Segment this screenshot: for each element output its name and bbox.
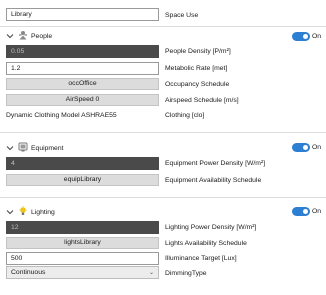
clothing-model-value: Dynamic Clothing Model ASHRAE55 bbox=[6, 112, 117, 119]
people-section-title: People bbox=[31, 33, 53, 40]
equipment-availability-label: Equipment Availability Schedule bbox=[165, 177, 262, 184]
illuminance-target-label: Illuminance Target [Lux] bbox=[165, 255, 237, 262]
metabolic-rate-label: Metabolic Rate [met] bbox=[165, 65, 228, 72]
equipment-availability-button[interactable]: equipLibrary bbox=[6, 174, 159, 186]
chevron-down-icon[interactable] bbox=[6, 208, 14, 216]
dimming-type-value: Continuous bbox=[11, 269, 46, 276]
metabolic-rate-input[interactable]: 1.2 bbox=[6, 62, 159, 75]
people-toggle-label: On bbox=[312, 33, 322, 40]
lighting-power-density-input[interactable]: 12 bbox=[6, 221, 159, 234]
toggle-knob bbox=[303, 209, 308, 214]
airspeed-schedule-button[interactable]: AirSpeed 0 bbox=[6, 94, 159, 106]
people-density-label: People Density [P/m²] bbox=[165, 48, 231, 55]
people-density-input[interactable]: 0.05 bbox=[6, 45, 159, 58]
lights-availability-button[interactable]: lightsLibrary bbox=[6, 237, 159, 249]
divider bbox=[0, 132, 326, 133]
equipment-section-title: Equipment bbox=[31, 145, 64, 152]
divider bbox=[0, 26, 326, 27]
dimming-type-label: DimmingType bbox=[165, 270, 207, 277]
equipment-toggle[interactable] bbox=[292, 143, 310, 152]
divider bbox=[0, 197, 326, 198]
equipment-toggle-label: On bbox=[312, 144, 322, 151]
chevron-down-icon[interactable] bbox=[6, 144, 14, 152]
people-icon bbox=[19, 31, 27, 40]
airspeed-schedule-label: Airspeed Schedule [m/s] bbox=[165, 97, 239, 104]
space-use-input[interactable]: Library bbox=[6, 8, 159, 21]
illuminance-target-input[interactable]: 500 bbox=[6, 252, 159, 265]
toggle-knob bbox=[303, 34, 308, 39]
occupancy-schedule-button[interactable]: occOffice bbox=[6, 78, 159, 90]
clothing-label: Clothing [clo] bbox=[165, 112, 205, 119]
occupancy-schedule-label: Occupancy Schedule bbox=[165, 81, 230, 88]
dimming-type-select[interactable]: Continuous ⌄ bbox=[6, 266, 159, 279]
lights-availability-label: Lights Availability Schedule bbox=[165, 240, 247, 247]
equipment-power-density-input[interactable]: 4 bbox=[6, 157, 159, 170]
people-toggle[interactable] bbox=[292, 32, 310, 41]
lighting-toggle[interactable] bbox=[292, 207, 310, 216]
equipment-power-density-label: Equipment Power Density [W/m²] bbox=[165, 160, 266, 167]
lightbulb-icon bbox=[19, 206, 27, 215]
chevron-down-icon[interactable] bbox=[6, 32, 14, 40]
toggle-knob bbox=[303, 145, 308, 150]
space-use-label: Space Use bbox=[165, 12, 199, 19]
lighting-section-title: Lighting bbox=[31, 209, 55, 216]
chevron-down-icon: ⌄ bbox=[148, 270, 154, 276]
equipment-icon bbox=[18, 142, 28, 152]
lighting-toggle-label: On bbox=[312, 208, 322, 215]
lighting-power-density-label: Lighting Power Density [W/m²] bbox=[165, 224, 257, 231]
